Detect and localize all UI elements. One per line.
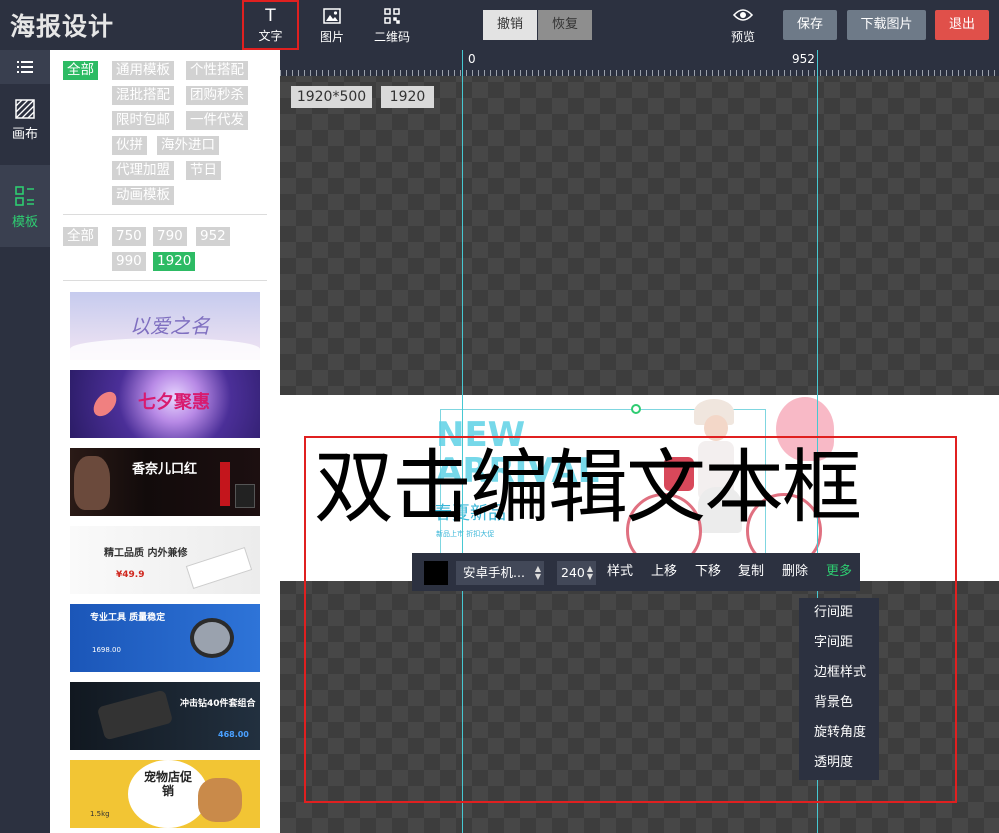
undo-button[interactable]: 撤销 bbox=[483, 10, 537, 40]
more-button[interactable]: 更多 bbox=[826, 553, 852, 591]
thumb-price: 468.00 bbox=[218, 730, 249, 739]
template-icon bbox=[15, 186, 34, 206]
move-down-button[interactable]: 下移 bbox=[695, 553, 721, 591]
copy-button[interactable]: 复制 bbox=[738, 553, 764, 591]
template-nav-item[interactable]: 模板 bbox=[0, 165, 50, 247]
menu-toggle[interactable] bbox=[0, 50, 50, 84]
text-color-picker[interactable] bbox=[424, 561, 448, 585]
ruler-end-label: 952 bbox=[792, 52, 815, 66]
category-tag[interactable]: 海外进口 bbox=[157, 136, 219, 155]
menu-item-line-spacing[interactable]: 行间距 bbox=[799, 600, 879, 630]
canvas-width-tag: 1920 bbox=[381, 86, 434, 108]
font-family-select[interactable]: 安卓手机... ▲ ▼ bbox=[456, 561, 544, 585]
thumb-title: 宠物店促销 bbox=[143, 770, 192, 798]
text-context-toolbar: 安卓手机... ▲ ▼ 240 ▲ ▼ 样式 上移 下移 复制 删除 更多 bbox=[412, 553, 860, 591]
move-up-button[interactable]: 上移 bbox=[651, 553, 677, 591]
divider bbox=[63, 214, 267, 215]
thumb-title: 专业工具 质量稳定 bbox=[90, 613, 166, 623]
exit-button[interactable]: 退出 bbox=[935, 10, 989, 40]
rotate-handle[interactable] bbox=[631, 404, 641, 414]
left-icon-bar: 画布 模板 bbox=[0, 50, 50, 833]
more-options-menu: 行间距 字间距 边框样式 背景色 旋转角度 透明度 bbox=[799, 598, 879, 780]
canvas-icon bbox=[15, 99, 35, 119]
template-thumbnail[interactable]: 冲击钻40件套组合 468.00 bbox=[70, 682, 260, 750]
size-tag[interactable]: 990 bbox=[112, 252, 146, 271]
top-toolbar: 海报设计 T 文字 图片 二维码 撤销 恢复 预览 保存 下载图片 退出 bbox=[0, 0, 999, 50]
image-icon bbox=[308, 8, 356, 26]
size-tag[interactable]: 790 bbox=[153, 227, 187, 246]
size-tag[interactable]: 952 bbox=[196, 227, 230, 246]
image-tool-label: 图片 bbox=[319, 30, 344, 44]
menu-item-opacity[interactable]: 透明度 bbox=[799, 750, 879, 780]
canvas-stage[interactable]: 0 952 1920*500 1920 NEW ARRIVAL 春夏新品 新品上… bbox=[280, 50, 999, 833]
template-thumbnail[interactable]: 专业工具 质量稳定 1698.00 bbox=[70, 604, 260, 672]
image-tool-button[interactable]: 图片 bbox=[308, 0, 356, 50]
save-button[interactable]: 保存 bbox=[783, 10, 837, 40]
eye-icon bbox=[721, 8, 765, 26]
category-tag[interactable]: 一件代发 bbox=[186, 111, 248, 130]
template-panel: 全部 通用模板 个性搭配 混批搭配 团购秒杀 限时包邮 一件代发 伙拼 海外进口… bbox=[50, 50, 280, 833]
preview-label: 预览 bbox=[730, 30, 755, 44]
updown-icon: ▲ ▼ bbox=[534, 564, 541, 581]
category-tag[interactable]: 代理加盟 bbox=[112, 161, 174, 180]
category-tag[interactable]: 动画模板 bbox=[112, 186, 174, 205]
size-tag[interactable]: 全部 bbox=[63, 227, 98, 246]
template-nav-label: 模板 bbox=[11, 215, 38, 230]
category-tag[interactable]: 全部 bbox=[63, 61, 98, 80]
size-tag[interactable]: 1920 bbox=[153, 252, 196, 271]
ruler-start-label: 0 bbox=[468, 52, 476, 66]
list-icon bbox=[17, 61, 33, 73]
thumb-title: 七夕聚惠 bbox=[138, 392, 210, 413]
font-size-select[interactable]: 240 ▲ ▼ bbox=[557, 561, 596, 585]
menu-item-border-style[interactable]: 边框样式 bbox=[799, 660, 879, 690]
canvas-nav-item[interactable]: 画布 bbox=[0, 84, 50, 164]
text-icon: T bbox=[265, 6, 276, 26]
template-thumbnail[interactable]: 以爱之名 bbox=[70, 292, 260, 360]
thumb-price: 1698.00 bbox=[92, 646, 121, 654]
text-tool-label: 文字 bbox=[258, 29, 283, 43]
thumb-title: 冲击钻40件套组合 bbox=[180, 699, 256, 709]
menu-item-background-color[interactable]: 背景色 bbox=[799, 690, 879, 720]
template-thumbnail[interactable]: 七夕聚惠 bbox=[70, 370, 260, 438]
thumb-price: ¥49.9 bbox=[116, 570, 145, 580]
category-tag[interactable]: 限时包邮 bbox=[112, 111, 174, 130]
thumb-title: 以爱之名 bbox=[130, 314, 210, 338]
category-tag[interactable]: 混批搭配 bbox=[112, 86, 174, 105]
redo-button[interactable]: 恢复 bbox=[538, 10, 592, 40]
updown-icon: ▲ ▼ bbox=[586, 564, 593, 581]
qrcode-icon bbox=[366, 8, 418, 26]
qrcode-tool-button[interactable]: 二维码 bbox=[366, 0, 418, 50]
app-logo: 海报设计 bbox=[10, 12, 115, 41]
category-tag[interactable]: 伙拼 bbox=[112, 136, 147, 155]
qrcode-tool-label: 二维码 bbox=[373, 30, 410, 44]
thumb-title: 香奈儿口红 bbox=[132, 462, 198, 477]
download-image-button[interactable]: 下载图片 bbox=[847, 10, 926, 40]
text-tool-button[interactable]: T 文字 bbox=[242, 0, 299, 50]
preview-button[interactable]: 预览 bbox=[721, 0, 765, 50]
canvas-size-tag: 1920*500 bbox=[291, 86, 372, 108]
template-thumbnail[interactable]: 宠物店促销 1.5kg bbox=[70, 760, 260, 828]
horizontal-ruler: 0 952 bbox=[280, 50, 999, 76]
template-thumbnail[interactable]: 精工品质 内外兼修 ¥49.9 bbox=[70, 526, 260, 594]
font-family-value: 安卓手机... bbox=[463, 565, 525, 580]
divider bbox=[63, 280, 267, 281]
menu-item-rotation[interactable]: 旋转角度 bbox=[799, 720, 879, 750]
template-thumbnail[interactable]: 香奈儿口红 bbox=[70, 448, 260, 516]
thumb-weight: 1.5kg bbox=[90, 810, 110, 818]
category-tag[interactable]: 个性搭配 bbox=[186, 61, 248, 80]
thumb-title: 精工品质 内外兼修 bbox=[104, 548, 188, 559]
canvas-nav-label: 画布 bbox=[11, 127, 38, 142]
category-tag[interactable]: 团购秒杀 bbox=[186, 86, 248, 105]
style-button[interactable]: 样式 bbox=[607, 553, 633, 591]
font-size-value: 240 bbox=[561, 565, 585, 580]
delete-button[interactable]: 删除 bbox=[782, 553, 808, 591]
category-tag[interactable]: 节日 bbox=[186, 161, 221, 180]
size-tag[interactable]: 750 bbox=[112, 227, 146, 246]
menu-item-letter-spacing[interactable]: 字间距 bbox=[799, 630, 879, 660]
category-tag[interactable]: 通用模板 bbox=[112, 61, 174, 80]
